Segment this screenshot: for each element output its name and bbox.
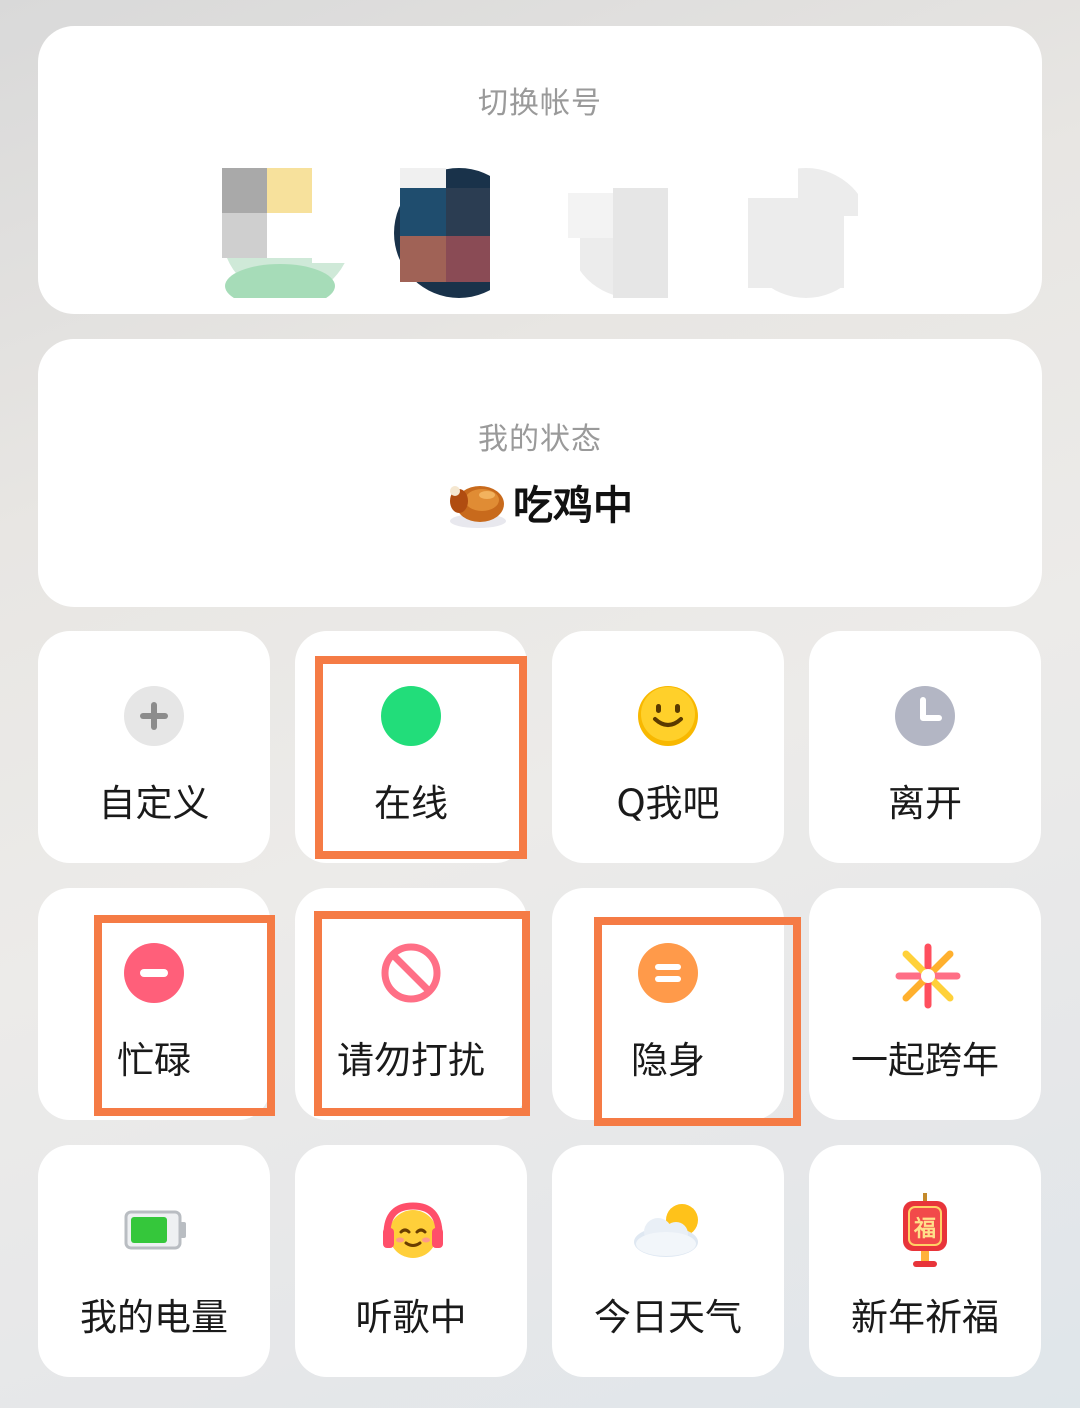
- my-status-card[interactable]: 我的状态 吃鸡中: [38, 339, 1042, 607]
- no-disturb-icon: [381, 943, 441, 1003]
- smile-icon: [638, 686, 698, 746]
- battery-icon: [124, 1200, 186, 1260]
- status-tile-invisible[interactable]: 隐身: [552, 888, 784, 1120]
- status-tile-online[interactable]: 在线: [295, 631, 527, 863]
- status-tile-away[interactable]: 离开: [809, 631, 1041, 863]
- headphone-emoji-icon: [381, 1200, 443, 1260]
- tile-label: 在线: [374, 782, 448, 825]
- status-tile-listening[interactable]: 听歌中: [295, 1145, 527, 1377]
- fu-lantern-icon: 福: [895, 1193, 955, 1269]
- account-avatar-4[interactable]: [728, 168, 858, 298]
- status-tile-busy[interactable]: 忙碌: [38, 888, 270, 1120]
- status-tile-q-me[interactable]: Q我吧: [552, 631, 784, 863]
- tile-label: 听歌中: [355, 1296, 467, 1339]
- tile-label: Q我吧: [616, 782, 720, 825]
- roast-chicken-icon: [447, 471, 509, 533]
- my-status-title: 我的状态: [478, 422, 602, 457]
- busy-minus-icon: [124, 943, 184, 1003]
- tile-label: 离开: [888, 782, 962, 825]
- tile-label: 请勿打扰: [337, 1039, 485, 1082]
- tile-label: 我的电量: [80, 1296, 228, 1339]
- invisible-icon: [638, 943, 698, 1003]
- current-status[interactable]: 吃鸡中: [38, 469, 1042, 535]
- tile-label: 新年祈福: [851, 1296, 999, 1339]
- switch-account-title: 切换帐号: [478, 86, 602, 121]
- clock-icon: [895, 686, 955, 746]
- tile-label: 自定义: [98, 782, 210, 825]
- svg-text:福: 福: [913, 1217, 936, 1242]
- account-avatar-2[interactable]: [394, 168, 524, 298]
- tile-label: 今日天气: [594, 1296, 742, 1339]
- tile-label: 隐身: [631, 1039, 705, 1082]
- firework-icon: [895, 943, 961, 1009]
- tile-label: 忙碌: [117, 1039, 191, 1082]
- status-tile-battery[interactable]: 我的电量: [38, 1145, 270, 1377]
- status-tile-new-year-eve[interactable]: 一起跨年: [809, 888, 1041, 1120]
- status-tile-weather[interactable]: 今日天气: [552, 1145, 784, 1377]
- status-tile-do-not-disturb[interactable]: 请勿打扰: [295, 888, 527, 1120]
- status-tile-new-year-blessing[interactable]: 福 新年祈福: [809, 1145, 1041, 1377]
- current-status-text: 吃鸡中: [513, 483, 633, 529]
- switch-account-card: 切换帐号: [38, 26, 1042, 314]
- weather-icon: [630, 1200, 706, 1260]
- plus-icon: [124, 686, 184, 746]
- account-avatar-3[interactable]: [568, 168, 698, 298]
- account-avatar-1[interactable]: [222, 168, 352, 298]
- tile-label: 一起跨年: [851, 1039, 999, 1082]
- online-dot-icon: [381, 686, 441, 746]
- status-tile-custom[interactable]: 自定义: [38, 631, 270, 863]
